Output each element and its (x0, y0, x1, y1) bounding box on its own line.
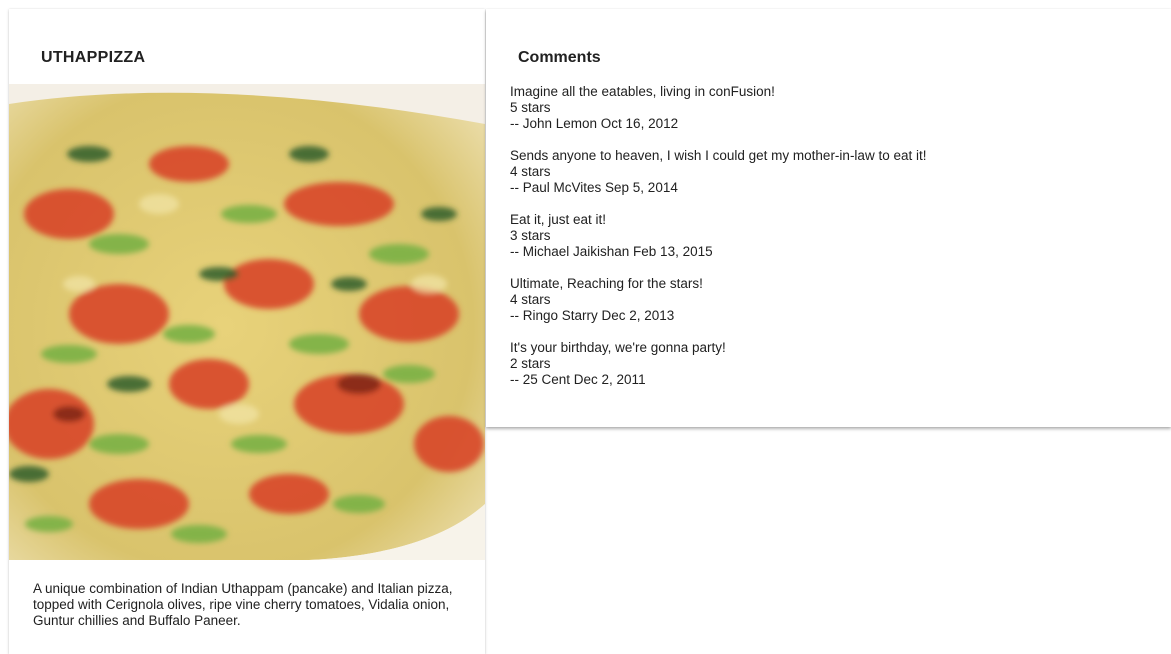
comment-text: Sends anyone to heaven, I wish I could g… (510, 148, 927, 163)
dish-image (9, 84, 485, 560)
comment-item: Ultimate, Reaching for the stars! 4 star… (510, 276, 926, 324)
comment-byline: -- Ringo Starry Dec 2, 2013 (510, 308, 675, 323)
comment-list: Imagine all the eatables, living in conF… (510, 84, 926, 404)
comment-item: Sends anyone to heaven, I wish I could g… (510, 148, 926, 196)
comment-item: Eat it, just eat it! 3 stars -- Michael … (510, 212, 926, 260)
comment-byline: -- 25 Cent Dec 2, 2011 (510, 372, 646, 387)
comment-text: Ultimate, Reaching for the stars! (510, 276, 703, 291)
comment-item: It's your birthday, we're gonna party! 2… (510, 340, 926, 388)
comment-text: It's your birthday, we're gonna party! (510, 340, 726, 355)
comment-byline: -- Paul McVites Sep 5, 2014 (510, 180, 678, 195)
comment-rating: 5 stars (510, 100, 551, 115)
comment-text: Eat it, just eat it! (510, 212, 607, 227)
comment-byline: -- Michael Jaikishan Feb 13, 2015 (510, 244, 713, 259)
comment-rating: 4 stars (510, 292, 551, 307)
comment-text: Imagine all the eatables, living in conF… (510, 84, 775, 99)
comment-rating: 4 stars (510, 164, 551, 179)
comment-rating: 3 stars (510, 228, 551, 243)
dish-description: A unique combination of Indian Uthappam … (33, 581, 453, 628)
dish-title: UTHAPPIZZA (41, 49, 146, 66)
comments-card: Comments Imagine all the eatables, livin… (486, 9, 1171, 427)
comment-rating: 2 stars (510, 356, 551, 371)
comment-item: Imagine all the eatables, living in conF… (510, 84, 926, 132)
comments-heading: Comments (518, 49, 601, 66)
dish-card: UTHAPPIZZA A unique combination of India… (9, 9, 485, 654)
comment-byline: -- John Lemon Oct 16, 2012 (510, 116, 679, 131)
